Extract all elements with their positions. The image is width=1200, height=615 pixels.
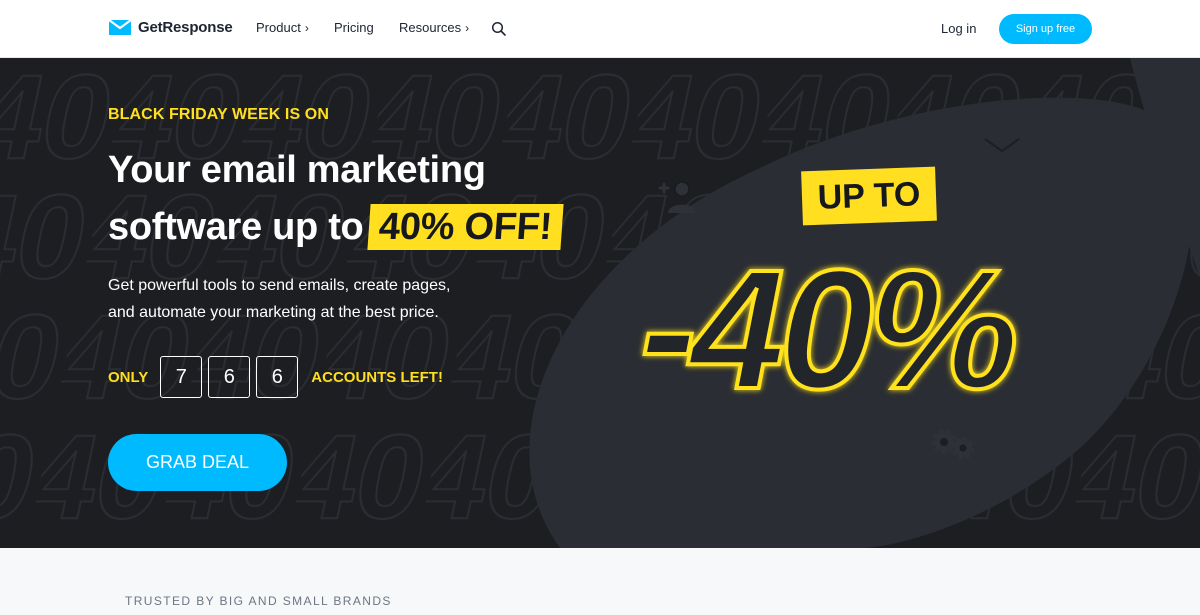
hero-subtext: Get powerful tools to send emails, creat… [108, 272, 528, 326]
discount-highlight: 40% OFF! [367, 204, 564, 250]
hero-headline: Your email marketing software up to 40% O… [108, 142, 564, 256]
promo-value-text: -40% [640, 235, 1015, 425]
hero-section: 40 BLACK FRIDAY WEEK IS ON Your email ma… [0, 58, 1200, 548]
subtext-line-1: Get powerful tools to send emails, creat… [108, 277, 451, 294]
counter-digit: 7 [160, 356, 203, 398]
headline-line-2-text: software up to [108, 206, 364, 248]
nav-resources[interactable]: Resources › [399, 20, 469, 35]
search-icon[interactable] [491, 21, 507, 37]
envelope-icon [984, 137, 1020, 161]
counter-digit: 6 [208, 356, 251, 398]
headline-line-1: Your email marketing [108, 149, 486, 191]
counter-suffix: ACCOUNTS LEFT! [311, 368, 443, 386]
accounts-left-counter: ONLY 7 6 6 ACCOUNTS LEFT! [108, 356, 443, 398]
trusted-label: TRUSTED BY BIG AND SMALL BRANDS [125, 594, 392, 608]
envelope-logo-icon [108, 18, 132, 36]
nav-pricing-label: Pricing [334, 20, 374, 35]
signup-button[interactable]: Sign up free [999, 14, 1092, 44]
gears-icon [931, 429, 975, 460]
counter-prefix: ONLY [108, 368, 149, 386]
headline-line-2: software up to 40% OFF! [108, 199, 564, 256]
top-navigation: GetResponse Product › Pricing Resources … [0, 0, 1200, 58]
grab-deal-button[interactable]: GRAB DEAL [108, 434, 287, 491]
nav-pricing[interactable]: Pricing [334, 20, 374, 35]
chevron-right-icon: › [304, 20, 309, 35]
chevron-right-icon: › [465, 20, 470, 35]
up-to-tag: UP TO [801, 166, 937, 226]
nav-product-label: Product [256, 20, 301, 35]
login-link[interactable]: Log in [941, 21, 976, 36]
promo-eyebrow: BLACK FRIDAY WEEK IS ON [108, 106, 329, 123]
brand-logo[interactable]: GetResponse [108, 18, 233, 36]
trusted-brands-section: TRUSTED BY BIG AND SMALL BRANDS [0, 548, 1200, 615]
nav-product[interactable]: Product › [256, 20, 309, 35]
nav-resources-label: Resources [399, 20, 462, 35]
counter-digit: 6 [256, 356, 299, 398]
add-user-icon [658, 181, 696, 213]
brand-name: GetResponse [138, 18, 233, 36]
subtext-line-2: and automate your marketing at the best … [108, 304, 439, 321]
